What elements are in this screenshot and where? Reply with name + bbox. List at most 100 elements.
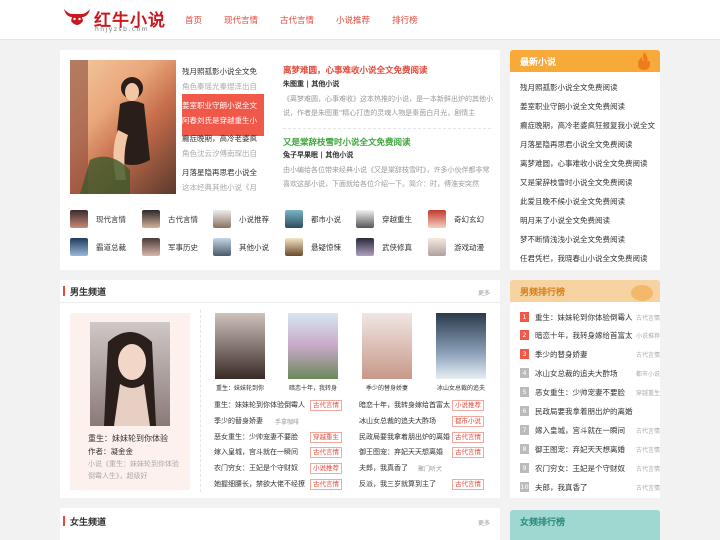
slider-item-4[interactable]: 月落星隐再思君小说全 这本经典其他小说《月	[182, 161, 264, 203]
latest-item[interactable]: 明月来了小说全文免费阅读	[520, 215, 610, 226]
female-channel-title: 女生频道	[62, 515, 106, 528]
male-featured-desc: 小说《重生：妹妹轮到你体验倒霉人生》，超级好	[88, 460, 179, 480]
male-list-item[interactable]: 反派，我三岁就算到主了	[359, 479, 436, 489]
rank-item[interactable]: 1 重生：妹妹轮到你体验倒霉人 古代言情	[520, 310, 660, 328]
male-list-tag[interactable]: 古代言情	[310, 400, 342, 411]
male-list-tag[interactable]: 小说推荐	[310, 463, 342, 474]
featured-title-2[interactable]: 又是棠辞枝雪时小说全文免费阅读	[283, 136, 493, 148]
male-featured-title[interactable]: 重生：妹妹轮到你体验	[88, 433, 188, 444]
male-channel-title: 男生频道	[62, 285, 106, 298]
male-list-tag[interactable]: 穿越重生	[310, 432, 342, 443]
slider-cover-image[interactable]	[70, 60, 176, 194]
book-cover	[288, 313, 338, 379]
featured-divider	[283, 128, 491, 129]
flame-icon	[638, 52, 650, 70]
nav-ranking[interactable]: 排行榜	[392, 14, 418, 26]
latest-title: 最新小说	[520, 58, 557, 68]
male-list-item[interactable]: 冰山女总裁的追夫大酢场	[359, 416, 436, 426]
male-list-author: 聚门听犬	[418, 466, 443, 473]
male-list-item[interactable]: 她握细腰长，禁欲大佬不经撩	[214, 479, 305, 489]
male-featured-author: 作者：凝金金	[88, 447, 133, 456]
male-list-item[interactable]: 嫁入皇城，宫斗就在一瞬间	[214, 447, 298, 457]
male-list-item[interactable]: 重生：妹妹轮到你体验倒霉人	[214, 400, 305, 410]
male-list-tag[interactable]: 古代言情	[452, 479, 484, 490]
category-ancient-romance[interactable]: 古代言情	[142, 210, 212, 230]
category-avatar-icon	[70, 238, 88, 256]
latest-item[interactable]: 月落星隐再思君小说全文免费阅读	[520, 139, 633, 150]
female-channel-panel	[60, 508, 500, 540]
rank-item[interactable]: 6 民政局要我拿着朋出炉的离婚	[520, 404, 660, 422]
male-list-item[interactable]: 恶女重生：少帅宠妻不要脸	[214, 432, 298, 442]
rank-item[interactable]: 8 御王图宠：弃妃天天想离婚 古代言情	[520, 442, 660, 460]
female-rank-title: 女频排行榜	[520, 518, 566, 528]
category-wuxia[interactable]: 武侠修真	[356, 238, 426, 258]
male-list-tag[interactable]: 古代言情	[452, 447, 484, 458]
male-list-item[interactable]: 民政局要我拿着朋出炉的离婚	[359, 432, 450, 442]
male-channel-vline	[200, 310, 201, 492]
male-list-tag[interactable]: 都市小说	[452, 416, 484, 427]
category-urban[interactable]: 都市小说	[285, 210, 355, 230]
rank-item[interactable]: 9 农门穷女：王妃是个守财奴 古代言情	[520, 461, 660, 479]
male-list-item[interactable]: 御王图宠：弃妃天天想离婚	[359, 447, 443, 457]
category-game-anime[interactable]: 游戏动漫	[428, 238, 498, 258]
featured-desc-2: 由小编给各位带来经典小说《又是棠辞枝雪时》，许多小伙伴都非常喜欢这部小说，下面就…	[283, 166, 490, 188]
category-recommend[interactable]: 小说推荐	[213, 210, 283, 230]
category-avatar-icon	[70, 210, 88, 228]
male-list-item[interactable]: 暗恋十年，我转身嫁给首富太	[359, 400, 450, 410]
male-list-tag[interactable]: 古代言情	[310, 479, 342, 490]
rank-item[interactable]: 10 夫郎，我真香了 古代言情	[520, 480, 660, 498]
category-other[interactable]: 其他小说	[213, 238, 283, 258]
latest-item[interactable]: 梦不断情浅浅小说全文免费阅读	[520, 234, 625, 245]
book-card[interactable]: 重生：妹妹轮到你	[212, 313, 268, 392]
featured-title-1[interactable]: 离梦难圆，心事难收小说全文免费阅读	[283, 64, 493, 76]
male-list-tag[interactable]: 古代言情	[310, 447, 342, 458]
book-card[interactable]: 季少的替身娇妻	[359, 313, 415, 392]
rank-item[interactable]: 3 季少的替身娇妻 古代言情	[520, 347, 660, 365]
category-time-travel[interactable]: 穿越重生	[356, 210, 426, 230]
male-list-tag[interactable]: 小说推荐	[452, 400, 484, 411]
category-military[interactable]: 军事历史	[142, 238, 212, 258]
rank-item[interactable]: 4 冰山女总裁的追夫大酢场 都市小说	[520, 366, 660, 384]
nav-modern-romance[interactable]: 现代言情	[224, 14, 258, 26]
male-channel-divider	[60, 302, 500, 303]
book-card[interactable]: 冰山女总裁的追夫	[433, 313, 489, 392]
category-fantasy[interactable]: 奇幻玄幻	[428, 210, 498, 230]
main-nav: 首页 现代言情 古代言情 小说推荐 排行榜	[185, 14, 440, 26]
latest-item[interactable]: 姜室职业守朗小说全文免费阅读	[520, 101, 625, 112]
latest-item[interactable]: 任君凭栏，我晓春山小说全文免费阅读	[520, 253, 648, 264]
latest-header: 最新小说	[510, 50, 660, 72]
nav-recommend[interactable]: 小说推荐	[336, 14, 370, 26]
rank-item[interactable]: 2 暗恋十年，我转身嫁给首富太 小说推荐	[520, 328, 660, 346]
featured-desc-1: 《离梦难圆，心事难收》这本热推的小说，是一本新鲜出炉的其他小说，作者是朱图重"精…	[283, 95, 493, 117]
latest-item[interactable]: 离梦难圆，心事难收小说全文免费阅读	[520, 158, 648, 169]
rank-item[interactable]: 7 嫁入皇城，宫斗就在一瞬间 古代言情	[520, 423, 660, 441]
male-featured-cover[interactable]	[90, 322, 170, 426]
latest-item[interactable]: 此爱且晚不候小说全文免费阅读	[520, 196, 625, 207]
category-avatar-icon	[428, 238, 446, 256]
book-cover	[436, 313, 486, 379]
latest-item[interactable]: 癫症晚期，高冷老婆疯狂报复我小说全文	[520, 120, 655, 131]
female-rank-header: 女频排行榜	[510, 510, 660, 540]
male-list-item[interactable]: 夫郎，我真香了	[359, 463, 408, 473]
male-list-author: 手拿咖啡	[275, 419, 300, 426]
category-avatar-icon	[428, 210, 446, 228]
nav-ancient-romance[interactable]: 古代言情	[280, 14, 314, 26]
bull-logo-icon	[64, 9, 90, 25]
category-avatar-icon	[356, 210, 374, 228]
category-modern-romance[interactable]: 现代言情	[70, 210, 140, 230]
book-cover	[215, 313, 265, 379]
male-channel-more-link[interactable]: 更多	[478, 288, 490, 297]
rank-item[interactable]: 5 恶女重生：少帅宠妻不要脸 穿越重生	[520, 385, 660, 403]
latest-item[interactable]: 残月照孤影小说全文免费阅读	[520, 82, 618, 93]
nav-home[interactable]: 首页	[185, 14, 202, 26]
male-list-tag[interactable]: 古代言情	[452, 432, 484, 443]
female-channel-more-link[interactable]: 更多	[478, 518, 490, 527]
book-card[interactable]: 暗恋十年，我转身	[285, 313, 341, 392]
site-logo[interactable]: 红牛小说 hnjyzsb.com	[62, 5, 172, 35]
male-list-item[interactable]: 农门穷女：王妃是个守财奴	[214, 463, 298, 473]
male-rank-title: 男频排行榜	[520, 288, 566, 298]
male-list-item[interactable]: 季少的替身娇妻	[214, 416, 263, 426]
category-suspense[interactable]: 悬疑惊悚	[285, 238, 355, 258]
category-ceo[interactable]: 霸道总裁	[70, 238, 140, 258]
latest-item[interactable]: 又是棠辞枝雪时小说全文免费阅读	[520, 177, 633, 188]
